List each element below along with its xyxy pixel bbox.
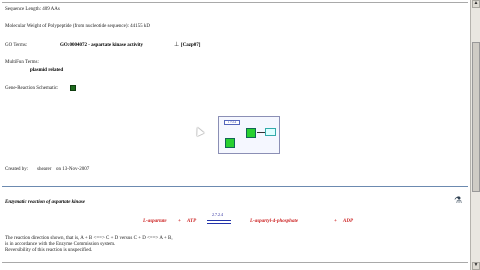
bottom-divider: [2, 262, 468, 263]
mouse-cursor: [193, 125, 205, 137]
multifun-label: MultiFun Terms:: [5, 60, 39, 65]
schematic-arrow: [257, 132, 265, 133]
forward-arrow: [207, 220, 231, 221]
schematic-enzyme-node: [225, 138, 235, 148]
go-terms-label: GO Terms:: [5, 43, 28, 48]
substrate-link[interactable]: L-aspartate: [143, 219, 167, 224]
sequence-length-text: Sequence Length: 409 AAs: [5, 7, 60, 12]
reaction-title: Enzymatic reaction of aspartate kinase: [5, 200, 85, 205]
product-link[interactable]: L-aspartyl-4-phosphate: [250, 219, 298, 224]
section-divider: [2, 186, 468, 187]
gene-reaction-schematic[interactable]: 1 7.2.4: [218, 116, 280, 154]
page-content: Sequence Length: 409 AAs Molecular Weigh…: [0, 0, 470, 270]
schematic-ec-label: 1 7.2.4: [224, 120, 240, 125]
ec-system-note: is in accordance with the Enzyme Commiss…: [5, 242, 116, 247]
schematic-product-node: [265, 128, 276, 136]
person-icon: ⊥: [174, 42, 180, 48]
molecular-weight-text: Molecular Weight of Polypeptide (from nu…: [5, 24, 151, 29]
reaction-plus-1: +: [178, 219, 181, 224]
scroll-thumb[interactable]: [472, 42, 480, 192]
direction-note: The reaction direction shown, that is, A…: [5, 236, 173, 241]
go-term-evidence[interactable]: [Cazp07]: [181, 43, 200, 48]
reverse-arrow: [207, 223, 231, 224]
created-by-user[interactable]: shearer: [37, 167, 51, 172]
top-divider: [2, 2, 468, 3]
reaction-plus-2: +: [334, 219, 337, 224]
vertical-scrollbar[interactable]: ▲ ▼: [470, 0, 480, 270]
scroll-up-icon[interactable]: ▲: [472, 0, 480, 8]
schematic-gene-node: [246, 128, 256, 138]
gene-reaction-label: Gene-Reaction Schematic:: [5, 86, 59, 91]
flask-icon[interactable]: ⚗: [454, 196, 462, 205]
adp-link[interactable]: ADP: [343, 219, 353, 224]
ec-number-link[interactable]: 2.7.2.4: [212, 213, 223, 217]
go-term-link[interactable]: GO:0004072 - aspartate kinase activity: [60, 43, 143, 48]
scroll-down-icon[interactable]: ▼: [472, 262, 480, 270]
schematic-toggle-icon[interactable]: [70, 85, 76, 91]
created-on-date: on 13-Nov-2007: [56, 167, 90, 172]
atp-link[interactable]: ATP: [187, 219, 196, 224]
created-by-label: Created by:: [5, 167, 29, 172]
multifun-link[interactable]: plasmid related: [30, 68, 63, 73]
reversibility-note: Reversibility of this reaction is unspec…: [5, 248, 93, 253]
